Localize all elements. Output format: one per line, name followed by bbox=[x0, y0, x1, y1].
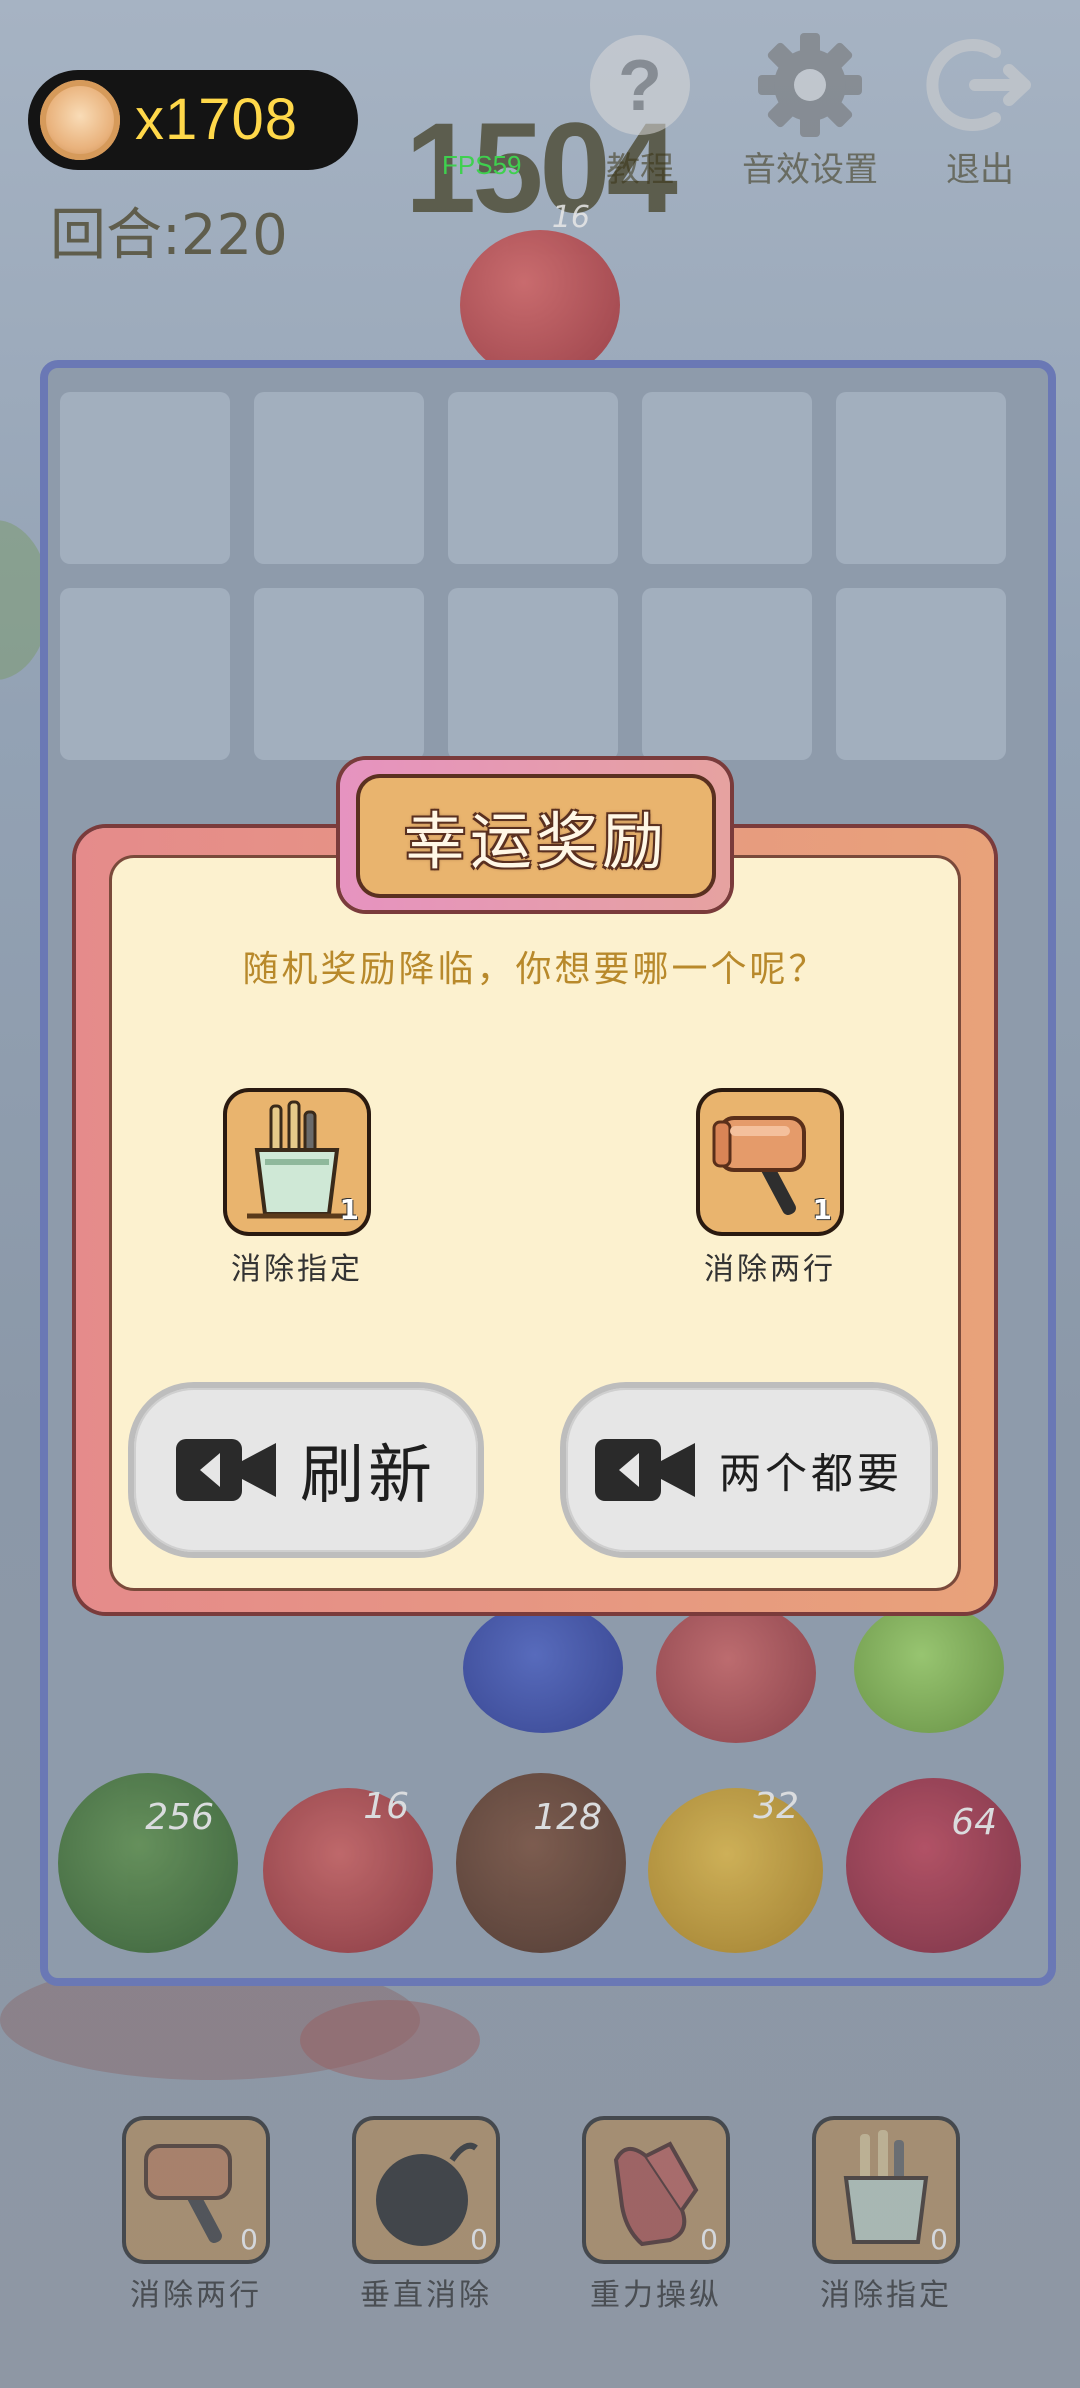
fruit-value: 32 bbox=[753, 1786, 799, 1827]
tool-box: 0 bbox=[816, 2120, 956, 2260]
fruit-orange[interactable]: 32 bbox=[648, 1786, 823, 1953]
reward-box: 1 bbox=[700, 1092, 840, 1232]
coin-icon bbox=[40, 80, 120, 160]
tutorial-label: 教程 bbox=[606, 150, 674, 190]
reward-label: 消除指定 bbox=[231, 1252, 363, 1287]
fruit-dragonfruit[interactable]: 64 bbox=[846, 1778, 1021, 1953]
refresh-button[interactable]: 刷新 bbox=[134, 1388, 478, 1552]
exit-label: 退出 bbox=[946, 150, 1014, 190]
board-cell[interactable] bbox=[254, 392, 424, 564]
reward-option-clear-specific[interactable]: 1 消除指定 bbox=[197, 1092, 397, 1288]
reward-count: 1 bbox=[812, 1193, 832, 1226]
fruit-apple[interactable]: 16 bbox=[263, 1786, 433, 1953]
tool-count: 0 bbox=[470, 2223, 488, 2256]
fruit-value: 128 bbox=[533, 1797, 602, 1838]
tool-clear-two-rows[interactable]: 0 消除两行 bbox=[96, 2120, 296, 2314]
fruit-lime[interactable] bbox=[854, 1603, 1004, 1733]
video-camera-icon bbox=[176, 1439, 276, 1501]
take-both-button[interactable]: 两个都要 bbox=[566, 1388, 932, 1552]
board-cell[interactable] bbox=[254, 588, 424, 760]
coin-count: x1708 bbox=[135, 87, 299, 152]
tool-box: 0 bbox=[586, 2120, 726, 2260]
dialog-prompt: 随机奖励降临，你想要哪一个呢？ bbox=[242, 949, 828, 990]
tool-vertical-clear[interactable]: 0 垂直消除 bbox=[326, 2120, 526, 2314]
reward-count: 1 bbox=[339, 1193, 359, 1226]
background-splash bbox=[300, 2000, 480, 2080]
reward-box: 1 bbox=[227, 1092, 367, 1232]
next-fruit-apple: 16 bbox=[460, 200, 620, 380]
next-fruit-value: 16 bbox=[551, 200, 590, 235]
exit-button[interactable]: 退出 bbox=[905, 30, 1055, 191]
round-counter: 回合:220 bbox=[50, 203, 288, 268]
board-cell[interactable] bbox=[642, 588, 812, 760]
tool-box: 0 bbox=[126, 2120, 266, 2260]
fruit-value: 16 bbox=[363, 1786, 409, 1827]
board-cell[interactable] bbox=[642, 392, 812, 564]
fruit-apple[interactable] bbox=[656, 1603, 816, 1743]
board-cell[interactable] bbox=[60, 392, 230, 564]
tool-label: 垂直消除 bbox=[360, 2278, 492, 2313]
dialog-title: 幸运奖励 bbox=[403, 805, 668, 878]
sound-settings-label: 音效设置 bbox=[742, 150, 878, 190]
tool-count: 0 bbox=[240, 2223, 258, 2256]
tool-count: 0 bbox=[930, 2223, 948, 2256]
tool-label: 重力操纵 bbox=[590, 2278, 722, 2313]
fruit-value: 256 bbox=[145, 1797, 214, 1838]
fruit-value: 64 bbox=[951, 1802, 997, 1843]
board-cell[interactable] bbox=[448, 392, 618, 564]
video-camera-icon bbox=[594, 1439, 695, 1501]
tool-label: 消除指定 bbox=[820, 2278, 952, 2313]
board-cell[interactable] bbox=[448, 588, 618, 760]
sound-settings-button[interactable]: 音效设置 bbox=[735, 30, 885, 191]
tool-label: 消除两行 bbox=[130, 2278, 262, 2313]
fruit-coconut[interactable]: 128 bbox=[456, 1773, 626, 1953]
fruit-blueberry[interactable] bbox=[463, 1603, 623, 1733]
fps-counter: FPS59 bbox=[442, 150, 522, 180]
fruit-watermelon[interactable]: 256 bbox=[58, 1773, 238, 1953]
exit-icon bbox=[925, 30, 1035, 140]
tool-count: 0 bbox=[700, 2223, 718, 2256]
dialog-title-plate: 幸运奖励 bbox=[360, 778, 712, 894]
board-cell[interactable] bbox=[836, 588, 1006, 760]
question-icon: ? bbox=[585, 30, 695, 140]
refresh-label: 刷新 bbox=[300, 1439, 436, 1513]
tool-clear-specific[interactable]: 0 消除指定 bbox=[786, 2120, 986, 2314]
board-cell[interactable] bbox=[836, 392, 1006, 564]
take-both-label: 两个都要 bbox=[718, 1448, 903, 1498]
tutorial-button[interactable]: ? 教程 bbox=[565, 30, 715, 191]
tool-gravity-control[interactable]: 0 重力操纵 bbox=[556, 2120, 756, 2314]
svg-text:?: ? bbox=[618, 46, 662, 126]
gear-icon bbox=[755, 30, 865, 140]
tool-box: 0 bbox=[356, 2120, 496, 2260]
reward-option-clear-two-rows[interactable]: 1 消除两行 bbox=[670, 1092, 870, 1288]
reward-label: 消除两行 bbox=[704, 1252, 836, 1287]
board-cell[interactable] bbox=[60, 588, 230, 760]
